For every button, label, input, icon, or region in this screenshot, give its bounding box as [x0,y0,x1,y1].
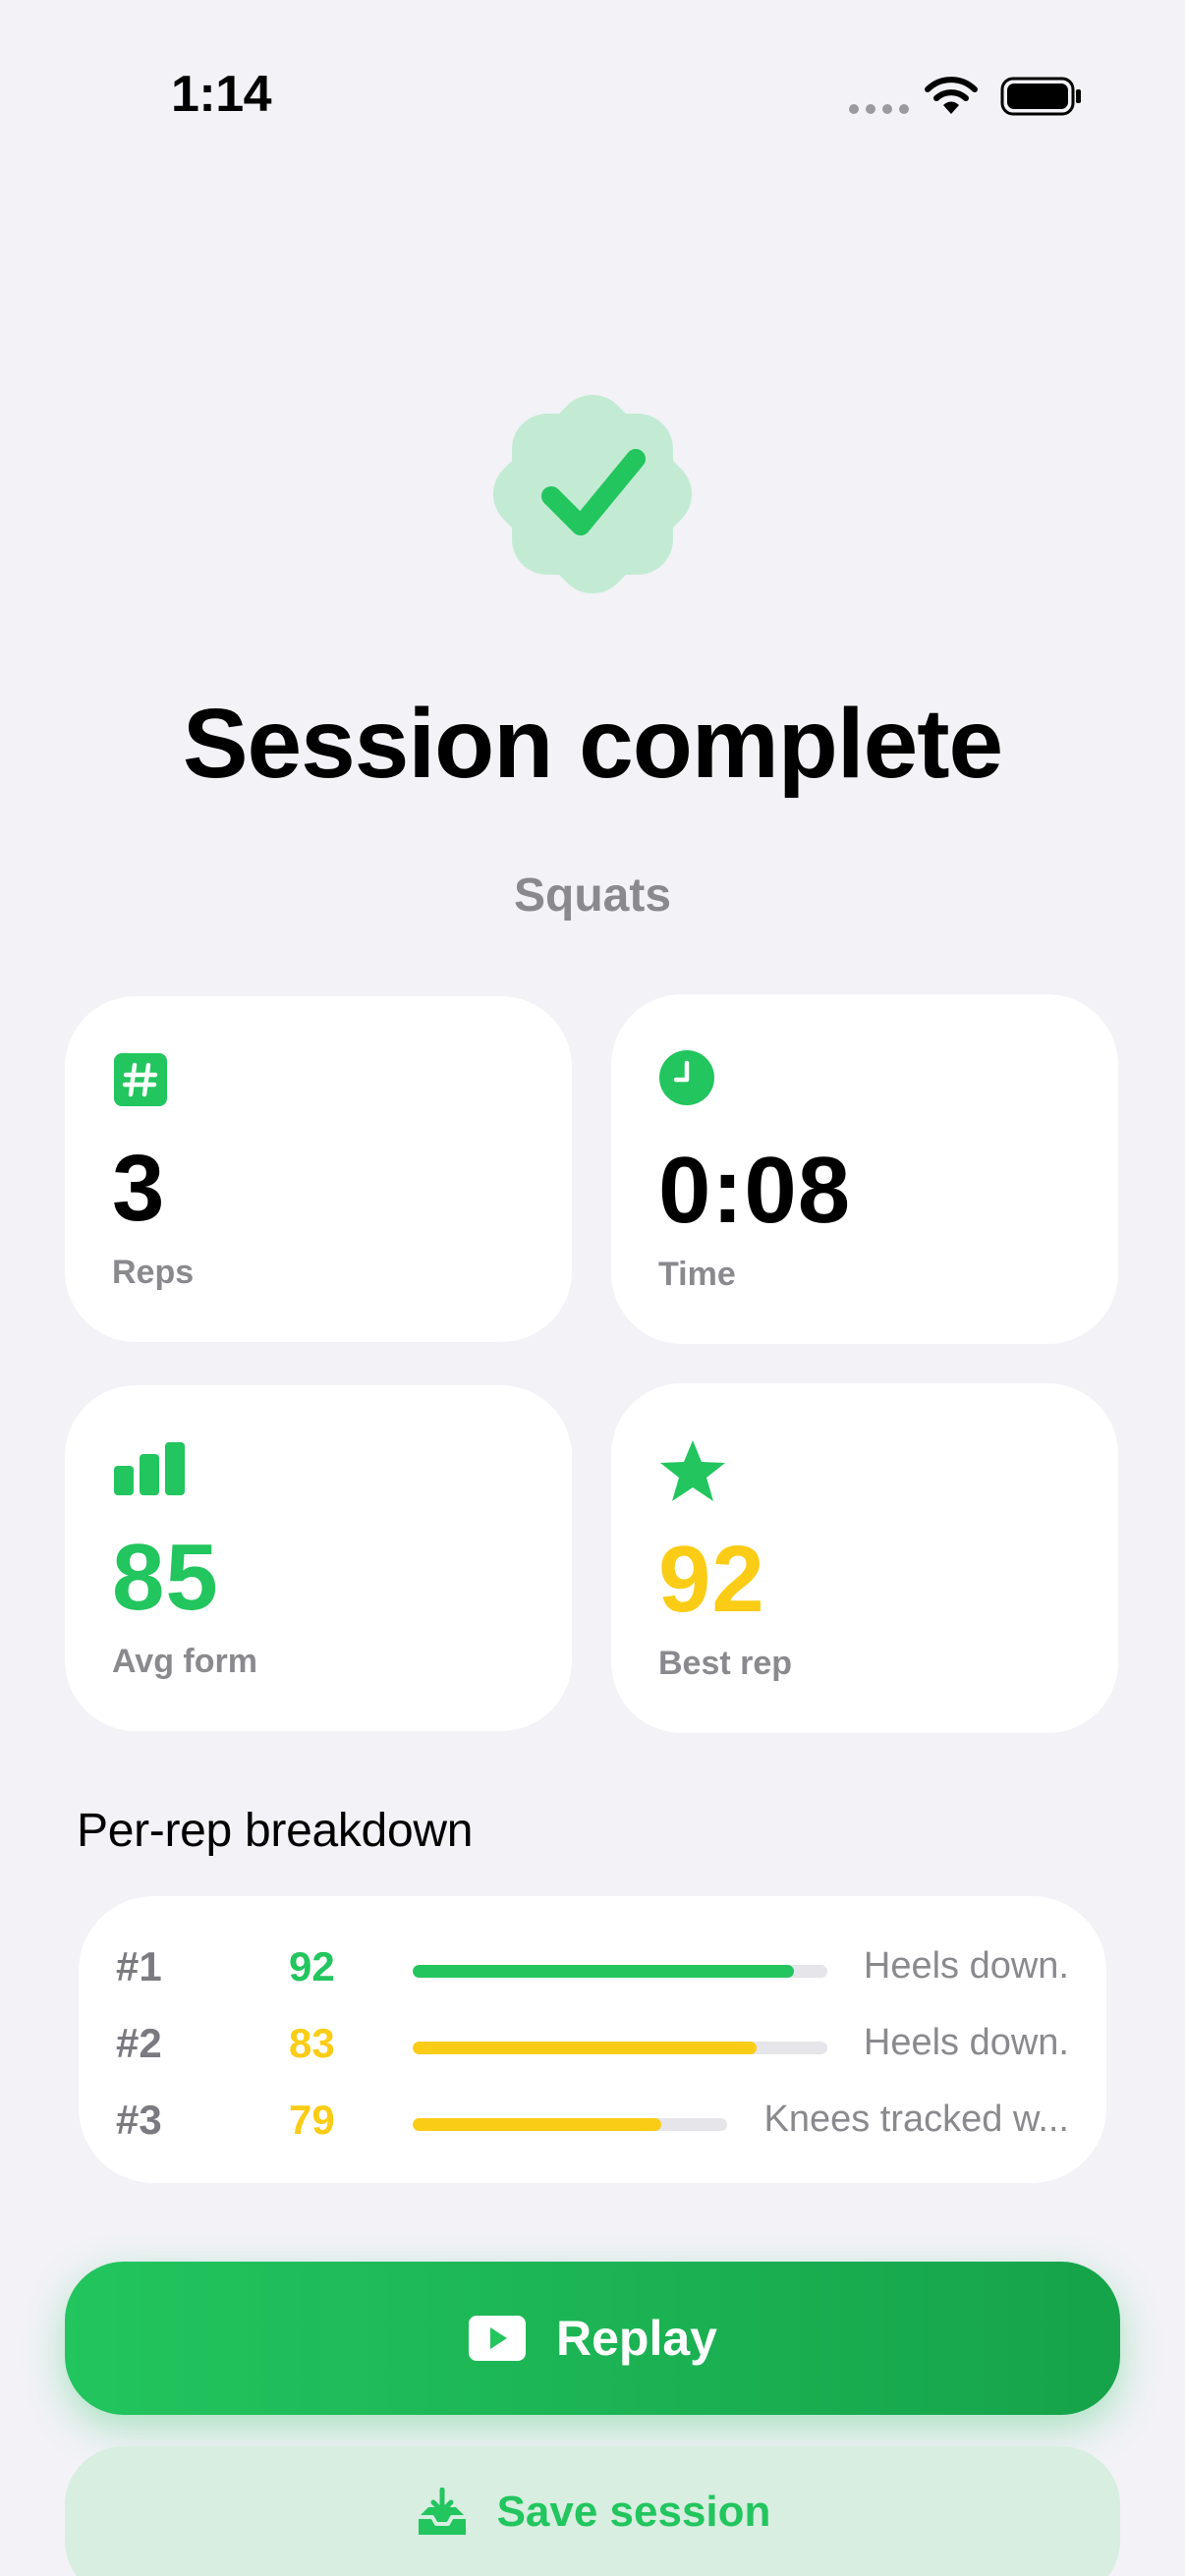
stat-card-best-rep: 92 Best rep [611,1383,1118,1733]
rep-note: Heels down. [863,2022,1069,2063]
rep-note: Heels down. [863,1945,1069,1987]
rep-number: #1 [116,1943,162,1989]
reps-value: 3 [112,1136,166,1241]
time-value: 0:08 [658,1138,852,1243]
rep-row: #1 92 Heels down. [79,1939,1106,1998]
rep-score-bar-fill [413,1965,795,1978]
rep-score-bar-fill [413,2042,758,2054]
stat-card-time: 0:08 Time [611,994,1118,1344]
avg-form-value: 85 [112,1525,219,1630]
download-tray-icon [418,2488,466,2535]
reps-label: Reps [112,1254,195,1291]
rep-breakdown-list: #1 92 Heels down. #2 83 Heels down. #3 7… [79,1896,1106,2183]
rep-row: #3 79 Knees tracked w... [79,2093,1106,2152]
rep-score-bar-fill [413,2118,661,2131]
bar-chart-icon [114,1442,185,1495]
battery-icon [1000,77,1081,116]
rep-number: #2 [116,2020,162,2066]
stat-card-reps: 3 Reps [65,996,572,1342]
page-title: Session complete [182,689,1003,799]
best-rep-label: Best rep [658,1645,793,1682]
rep-score: 92 [289,1943,335,1989]
session-complete-screen: 1:14 Session complete Squats 3 Reps 0:08… [0,0,1185,2576]
rep-note: Knees tracked w... [763,2099,1070,2140]
breakdown-title: Per-rep breakdown [77,1805,474,1857]
rep-number: #3 [116,2097,162,2143]
exercise-name: Squats [513,869,672,922]
save-session-button-label: Save session [496,2488,771,2536]
cellular-signal-icon [849,104,909,114]
checkmark-badge-icon [492,394,693,594]
save-session-button[interactable]: Save session [65,2446,1120,2576]
hash-icon [114,1053,167,1106]
status-time: 1:14 [171,66,272,123]
play-icon [469,2316,527,2361]
time-label: Time [658,1256,736,1293]
best-rep-value: 92 [658,1527,765,1632]
rep-score: 79 [289,2097,335,2143]
stat-card-avg-form: 85 Avg form [65,1385,572,1731]
rep-row: #2 83 Heels down. [79,2016,1106,2075]
rep-score-bar [413,2042,827,2054]
rep-score-bar [413,2118,727,2131]
star-icon [660,1440,725,1501]
rep-score-bar [413,1965,827,1978]
clock-icon [659,1050,714,1105]
replay-button-label: Replay [556,2311,717,2366]
avg-form-label: Avg form [112,1643,257,1680]
replay-button[interactable]: Replay [65,2262,1120,2415]
rep-score: 83 [289,2020,335,2066]
wifi-icon [925,77,978,114]
